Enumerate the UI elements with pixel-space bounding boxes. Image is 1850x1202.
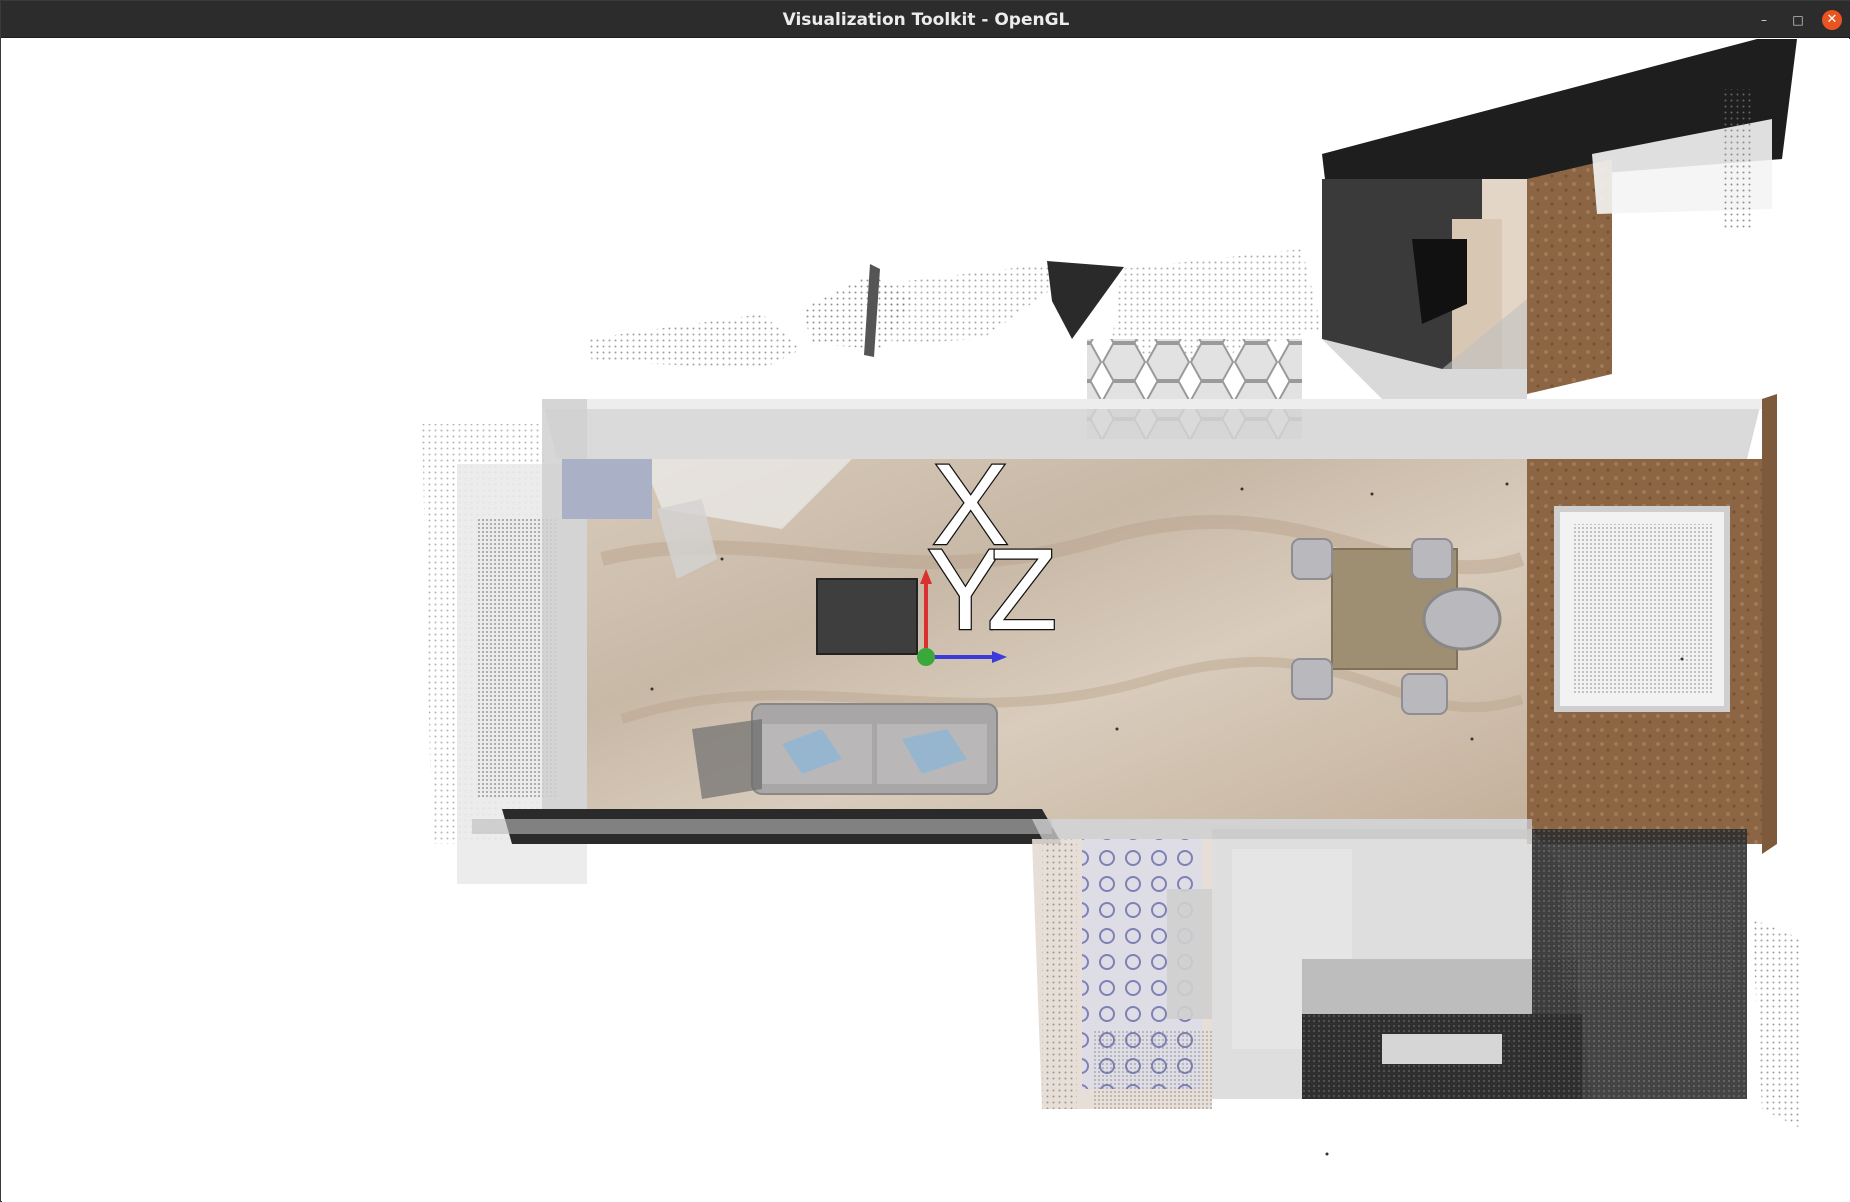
- living-room: [422, 394, 1777, 884]
- kitchen-area: [1322, 39, 1797, 399]
- maximize-icon[interactable]: □: [1788, 10, 1808, 30]
- close-icon[interactable]: ✕: [1822, 10, 1842, 30]
- scene-svg[interactable]: X Y Z: [2, 39, 1850, 1202]
- minimize-icon[interactable]: –: [1754, 10, 1774, 30]
- z-axis-label: Z: [987, 526, 1057, 654]
- window-title: Visualization Toolkit - OpenGL: [782, 10, 1070, 30]
- bathroom-area: [1032, 839, 1212, 1109]
- vtk-render-window: Visualization Toolkit - OpenGL – □ ✕ X Y…: [0, 0, 1850, 1202]
- title-bar[interactable]: Visualization Toolkit - OpenGL – □ ✕: [1, 1, 1850, 38]
- render-viewport[interactable]: X Y Z: [2, 39, 1850, 1202]
